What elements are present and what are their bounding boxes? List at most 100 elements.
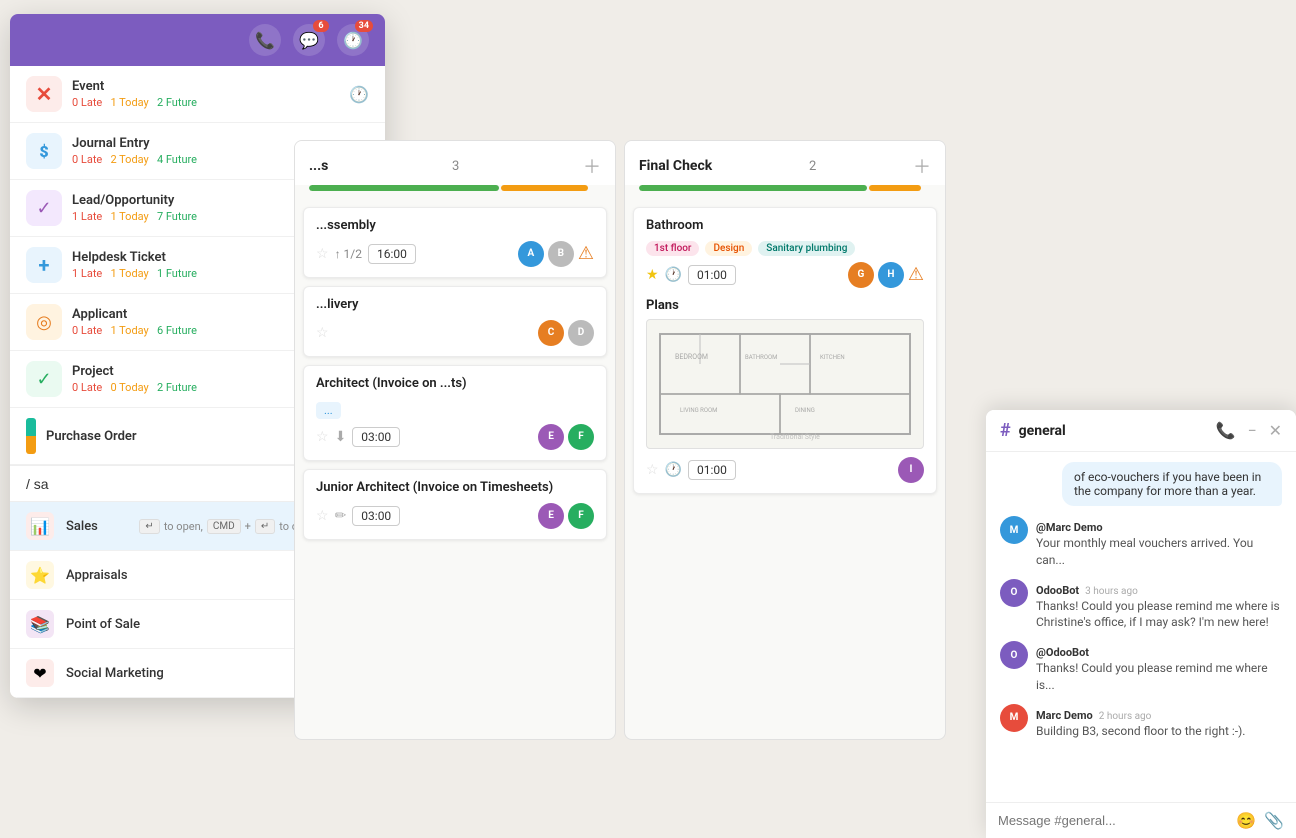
marc-avatar: M [1000, 516, 1028, 544]
card-delivery-title: ...livery [316, 297, 594, 314]
event-icon: ✕ [26, 76, 62, 112]
col2-progress [639, 185, 931, 191]
card-architect-actions: ☆ ⬇ 03:00 [316, 427, 400, 447]
star-icon[interactable]: ☆ [316, 246, 329, 262]
avatar: I [898, 457, 924, 483]
chat-msg-marc1: M @Marc Demo Your monthly meal vouchers … [1000, 516, 1282, 569]
panel-header: 📞 💬 6 🕐 34 [10, 14, 385, 66]
card-bottom2-actions: ☆ 🕐 01:00 [646, 460, 736, 480]
applicant-icon: ◎ [26, 304, 62, 340]
odoobot-avatar: O [1000, 579, 1028, 607]
card-bathroom-tags: 1st floor Design Sanitary plumbing [646, 241, 924, 256]
kanban-card-delivery[interactable]: ...livery ☆ C D [303, 286, 607, 357]
col1-progress [309, 185, 601, 191]
enter-key2: ↵ [255, 519, 275, 534]
floor-plan-image: BEDROOM BATHROOM KITCHEN LIVING ROOM DIN… [646, 319, 924, 449]
kanban-card-assembly[interactable]: ...ssembly ☆ ↑ 1/2 16:00 A B ⚠ [303, 207, 607, 278]
floor-plan-section: Plans [646, 298, 924, 449]
phone-call-icon[interactable]: 📞 [1216, 421, 1236, 440]
star-icon[interactable]: ☆ [316, 508, 329, 524]
chat-hash-icon: # [1000, 420, 1011, 441]
chat-input-bar: 😊 📎 [986, 802, 1296, 838]
kanban-card-bathroom[interactable]: Bathroom 1st floor Design Sanitary plumb… [633, 207, 937, 494]
card-bathroom-bottom: ★ 🕐 01:00 G H ⚠ [646, 262, 924, 288]
chat-content: @Marc Demo Your monthly meal vouchers ar… [1036, 516, 1282, 569]
avatar: F [568, 503, 594, 529]
col1-cards: ...ssembly ☆ ↑ 1/2 16:00 A B ⚠ ...li [295, 201, 615, 739]
event-name: Event [72, 79, 339, 94]
col2-title: Final Check [639, 158, 712, 174]
enter-key: ↵ [139, 519, 159, 534]
card-delivery-bottom: ☆ C D [316, 320, 594, 346]
card-delivery-avatars: C D [538, 320, 594, 346]
activity-item-event[interactable]: ✕ Event 0 Late 1 Today 2 Future 🕐 [10, 66, 385, 123]
chat-odoobot-content: OdooBot3 hours ago Thanks! Could you ple… [1036, 579, 1282, 632]
alert-icon: ⚠ [908, 264, 924, 285]
star-icon[interactable]: ☆ [646, 462, 659, 478]
chat-panel: # general 📞 − ✕ of eco-vouchers if you h… [986, 410, 1296, 838]
card-bathroom-title: Bathroom [646, 218, 924, 235]
time-badge: 03:00 [352, 506, 400, 526]
appraisals-icon: ⭐ [26, 561, 54, 589]
project-icon: ✓ [26, 361, 62, 397]
col2-progress-yellow [869, 185, 922, 191]
col1-progress-green [309, 185, 499, 191]
lead-icon: ✓ [26, 190, 62, 226]
attachment-icon[interactable]: 📎 [1264, 811, 1284, 830]
avatar: E [538, 503, 564, 529]
card-junior-bottom: ☆ ✏ 03:00 E F [316, 503, 594, 529]
col1-count: 3 [452, 159, 459, 174]
plus-sep: + [245, 520, 251, 533]
chat-msg-odoobot: O OdooBot3 hours ago Thanks! Could you p… [1000, 579, 1282, 632]
download-icon[interactable]: ⬇ [335, 429, 347, 445]
svg-text:Traditional Style: Traditional Style [770, 433, 820, 441]
chat-msg-marc2: M Marc Demo2 hours ago Building B3, seco… [1000, 704, 1282, 740]
chat-header: # general 📞 − ✕ [986, 410, 1296, 452]
col1-add-button[interactable]: ＋ [583, 153, 601, 179]
pos-icon: 📚 [26, 610, 54, 638]
kanban-card-junior[interactable]: Junior Architect (Invoice on Timesheets)… [303, 469, 607, 540]
card-delivery-actions: ☆ [316, 325, 329, 341]
kanban-board: ...s 3 ＋ ...ssembly ☆ ↑ 1/2 16:00 A [290, 140, 950, 740]
event-info: Event 0 Late 1 Today 2 Future [72, 79, 339, 109]
svg-text:BATHROOM: BATHROOM [745, 354, 777, 361]
card-junior-title: Junior Architect (Invoice on Timesheets) [316, 480, 594, 497]
col2-progress-green [639, 185, 867, 191]
star-icon[interactable]: ☆ [316, 325, 329, 341]
clock-badge: 34 [355, 20, 373, 32]
emoji-icon[interactable]: 😊 [1236, 811, 1256, 830]
col1-progress-yellow [501, 185, 589, 191]
kanban-col-2: Final Check 2 ＋ Bathroom 1st floor Desig… [624, 140, 946, 740]
svg-text:LIVING ROOM: LIVING ROOM [680, 407, 717, 414]
helpdesk-icon: + [26, 247, 62, 283]
avatar: E [538, 424, 564, 450]
time-badge: 01:00 [688, 265, 736, 285]
phone-icon[interactable]: 📞 [249, 24, 281, 56]
avatar: B [548, 241, 574, 267]
journal-icon: $ [26, 133, 62, 169]
clock-icon: 🕐 [665, 267, 682, 283]
edit-icon[interactable]: ✏ [335, 508, 347, 524]
col2-add-button[interactable]: ＋ [913, 153, 931, 179]
time-badge: 16:00 [368, 244, 416, 264]
chat-input[interactable] [998, 813, 1228, 828]
star-icon[interactable]: ☆ [316, 429, 329, 445]
kanban-card-architect[interactable]: Architect (Invoice on ...ts) ... ☆ ⬇ 03:… [303, 365, 607, 461]
svg-text:KITCHEN: KITCHEN [820, 354, 845, 361]
clock-icon2: 🕐 [665, 462, 682, 478]
star-icon[interactable]: ★ [646, 267, 659, 283]
tag-design: Design [705, 241, 752, 256]
avatar: F [568, 424, 594, 450]
chat-messages: of eco-vouchers if you have been in the … [986, 452, 1296, 802]
event-stats: 0 Late 1 Today 2 Future [72, 96, 339, 109]
architect-label: ... [316, 402, 341, 419]
minimize-icon[interactable]: − [1247, 421, 1256, 440]
chat-bubble-1: of eco-vouchers if you have been in the … [1062, 462, 1282, 506]
card-architect-title: Architect (Invoice on ...ts) [316, 376, 594, 393]
chat-title: general [1019, 423, 1204, 439]
chat-icon[interactable]: 💬 6 [293, 24, 325, 56]
clock-icon[interactable]: 🕐 34 [337, 24, 369, 56]
close-icon[interactable]: ✕ [1269, 421, 1282, 440]
chat-odoobot2-content: @OdooBot Thanks! Could you please remind… [1036, 641, 1282, 694]
time-badge2: 01:00 [688, 460, 736, 480]
